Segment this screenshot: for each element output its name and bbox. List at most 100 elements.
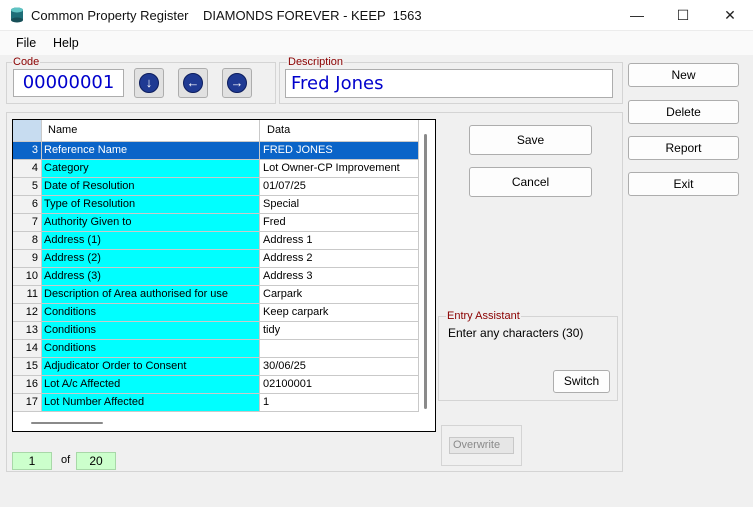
maximize-button[interactable]: ☐ — [660, 0, 706, 31]
entry-assistant-text: Enter any characters (30) — [448, 326, 584, 340]
table-row[interactable]: 7 Authority Given to Fred — [13, 214, 419, 232]
entry-assistant-label: Entry Assistant — [446, 310, 521, 322]
table-row[interactable]: 13 Conditions tidy — [13, 322, 419, 340]
cell-name[interactable]: Conditions — [42, 304, 260, 322]
cell-data[interactable]: 1 — [260, 394, 419, 412]
cell-name[interactable]: Conditions — [42, 340, 260, 358]
table-row[interactable]: 5 Date of Resolution 01/07/25 — [13, 178, 419, 196]
cell-data[interactable]: Keep carpark — [260, 304, 419, 322]
grid-body: 3 Reference Name FRED JONES 4 Category Lot Ow… — [13, 142, 419, 412]
cell-num: 10 — [13, 268, 42, 286]
cell-data[interactable]: FRED JONES — [260, 142, 419, 160]
data-grid[interactable]: Name Data 3 Reference Name FRED JONES 4 Cate… — [12, 119, 436, 432]
cell-data[interactable]: Address 2 — [260, 250, 419, 268]
description-field[interactable]: Fred Jones — [285, 69, 613, 98]
table-row[interactable]: 8 Address (1) Address 1 — [13, 232, 419, 250]
cell-data[interactable]: 02100001 — [260, 376, 419, 394]
cell-num: 13 — [13, 322, 42, 340]
cell-num: 9 — [13, 250, 42, 268]
cell-data[interactable]: tidy — [260, 322, 419, 340]
header-name[interactable]: Name — [42, 120, 260, 142]
cell-name[interactable]: Address (2) — [42, 250, 260, 268]
counter-of-label: of — [61, 454, 71, 466]
database-icon — [11, 7, 23, 23]
menu-help[interactable]: Help — [53, 36, 79, 50]
cell-num: 12 — [13, 304, 42, 322]
cell-num: 14 — [13, 340, 42, 358]
arrow-left-icon: ← — [183, 73, 203, 93]
overwrite-toggle[interactable]: Overwrite — [449, 437, 514, 454]
cell-num: 6 — [13, 196, 42, 214]
next-button[interactable]: → — [222, 68, 252, 98]
grid-corner — [13, 120, 42, 142]
arrow-down-icon: ↓ — [139, 73, 159, 93]
table-row[interactable]: 16 Lot A/c Affected 02100001 — [13, 376, 419, 394]
cell-name[interactable]: Type of Resolution — [42, 196, 260, 214]
cell-name[interactable]: Address (3) — [42, 268, 260, 286]
cell-data[interactable]: Address 3 — [260, 268, 419, 286]
cell-name[interactable]: Reference Name — [42, 142, 260, 160]
cell-name[interactable]: Lot A/c Affected — [42, 376, 260, 394]
close-button[interactable]: ✕ — [707, 0, 753, 31]
menu-bar: File Help — [0, 31, 753, 55]
table-row[interactable]: 12 Conditions Keep carpark — [13, 304, 419, 322]
cell-num: 5 — [13, 178, 42, 196]
exit-button[interactable]: Exit — [628, 172, 739, 196]
cell-data[interactable]: Lot Owner-CP Improvement — [260, 160, 419, 178]
switch-button[interactable]: Switch — [553, 370, 610, 393]
cell-data[interactable]: Fred — [260, 214, 419, 232]
table-row[interactable]: 10 Address (3) Address 3 — [13, 268, 419, 286]
code-label: Code — [12, 56, 41, 68]
previous-button[interactable]: ← — [178, 68, 208, 98]
table-row[interactable]: 6 Type of Resolution Special — [13, 196, 419, 214]
cell-data[interactable]: Address 1 — [260, 232, 419, 250]
title-bar: Common Property Register DIAMONDS FOREVE… — [0, 0, 753, 31]
arrow-right-icon: → — [227, 73, 247, 93]
report-button[interactable]: Report — [628, 136, 739, 160]
cell-name[interactable]: Address (1) — [42, 232, 260, 250]
cell-num: 4 — [13, 160, 42, 178]
table-row[interactable]: 9 Address (2) Address 2 — [13, 250, 419, 268]
table-row[interactable]: 17 Lot Number Affected 1 — [13, 394, 419, 412]
cell-name[interactable]: Date of Resolution — [42, 178, 260, 196]
delete-button[interactable]: Delete — [628, 100, 739, 124]
cell-num: 8 — [13, 232, 42, 250]
next-record-button[interactable]: ↓ — [134, 68, 164, 98]
cell-name[interactable]: Conditions — [42, 322, 260, 340]
new-button[interactable]: New — [628, 63, 739, 87]
cell-data[interactable] — [260, 340, 419, 358]
minimize-button[interactable]: — — [614, 0, 660, 31]
table-row[interactable]: 4 Category Lot Owner-CP Improvement — [13, 160, 419, 178]
window-title: Common Property Register DIAMONDS FOREVE… — [31, 8, 422, 23]
cancel-button[interactable]: Cancel — [469, 167, 592, 197]
code-field[interactable]: 00000001 — [13, 69, 124, 97]
cell-name[interactable]: Authority Given to — [42, 214, 260, 232]
header-data[interactable]: Data — [260, 120, 419, 142]
table-row[interactable]: 3 Reference Name FRED JONES — [13, 142, 419, 160]
cell-num: 11 — [13, 286, 42, 304]
cell-name[interactable]: Description of Area authorised for use — [42, 286, 260, 304]
save-button[interactable]: Save — [469, 125, 592, 155]
cell-num: 7 — [13, 214, 42, 232]
table-row[interactable]: 14 Conditions — [13, 340, 419, 358]
cell-data[interactable]: 30/06/25 — [260, 358, 419, 376]
cell-num: 15 — [13, 358, 42, 376]
cell-data[interactable]: 01/07/25 — [260, 178, 419, 196]
total-records: 20 — [76, 452, 116, 470]
table-row[interactable]: 11 Description of Area authorised for use… — [13, 286, 419, 304]
horizontal-scrollbar[interactable] — [31, 422, 103, 424]
table-row[interactable]: 15 Adjudicator Order to Consent 30/06/25 — [13, 358, 419, 376]
cell-data[interactable]: Carpark — [260, 286, 419, 304]
menu-file[interactable]: File — [16, 36, 36, 50]
cell-name[interactable]: Lot Number Affected — [42, 394, 260, 412]
cell-num: 17 — [13, 394, 42, 412]
description-label: Description — [287, 56, 345, 68]
grid-header: Name Data — [13, 120, 419, 142]
vertical-scrollbar[interactable] — [424, 134, 427, 409]
cell-name[interactable]: Adjudicator Order to Consent — [42, 358, 260, 376]
cell-num: 16 — [13, 376, 42, 394]
cell-num: 3 — [13, 142, 42, 160]
cell-data[interactable]: Special — [260, 196, 419, 214]
current-record: 1 — [12, 452, 52, 470]
cell-name[interactable]: Category — [42, 160, 260, 178]
